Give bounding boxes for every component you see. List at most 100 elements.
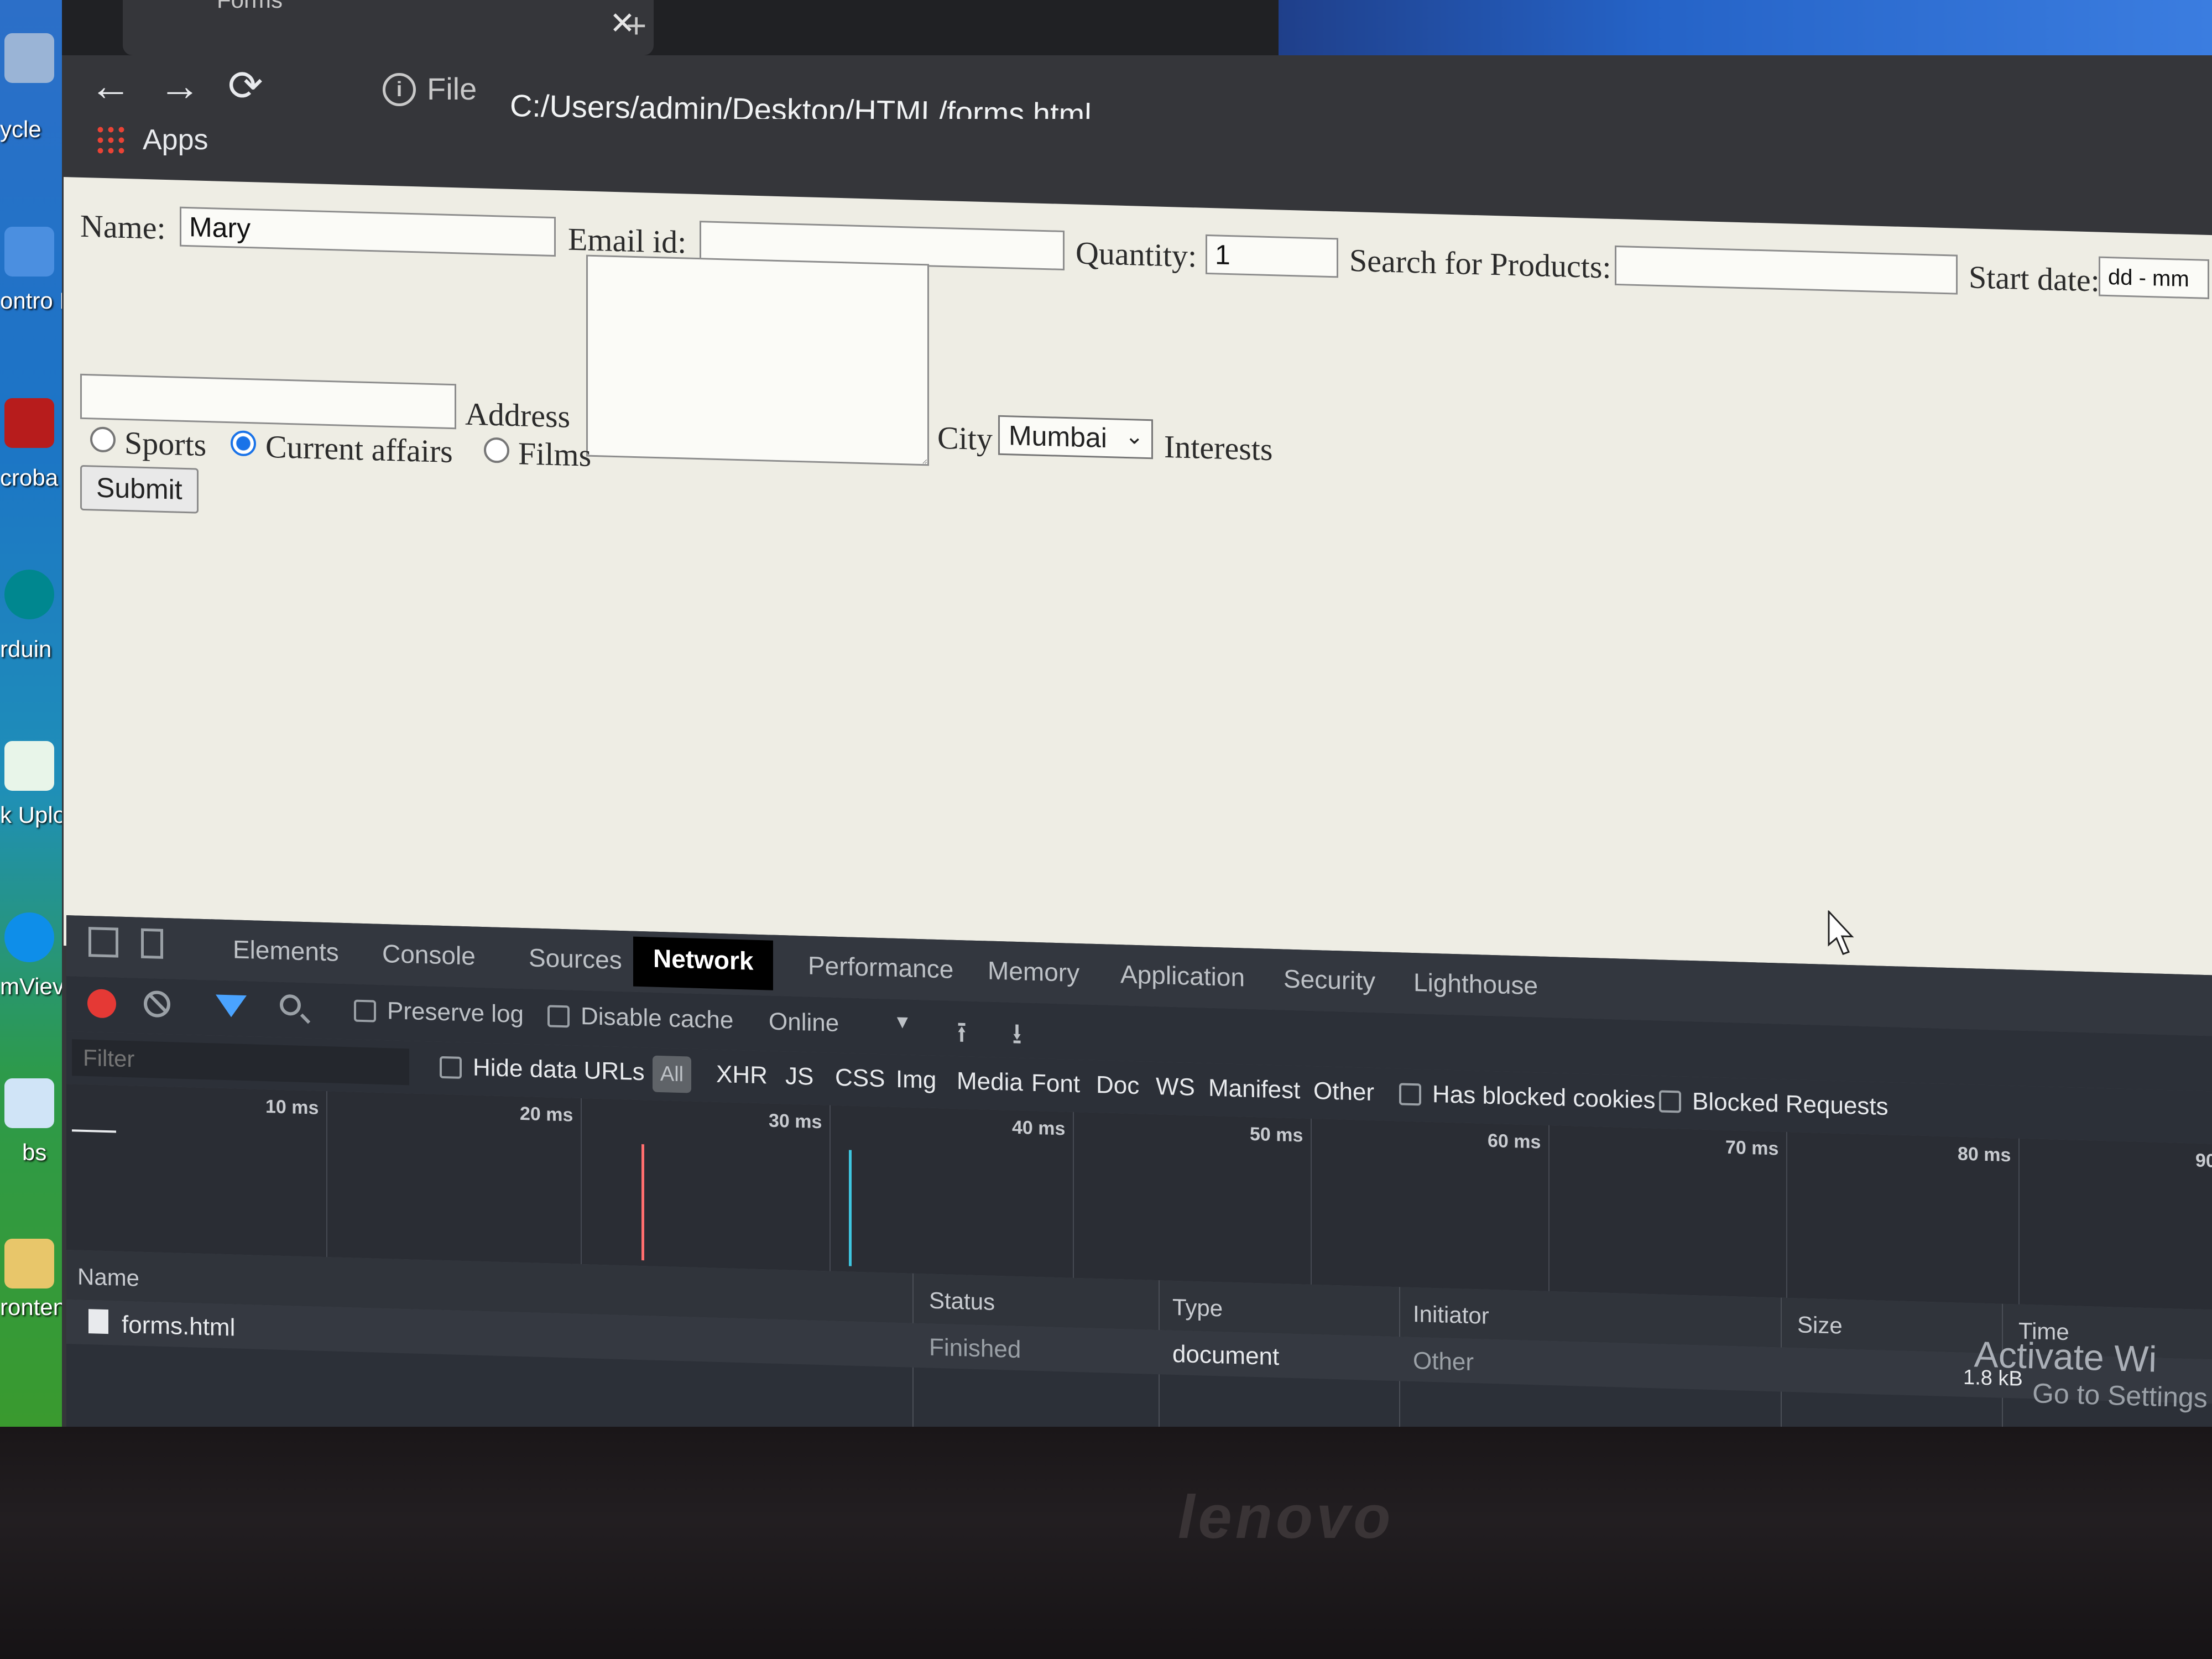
radio-films-label: Films xyxy=(518,435,592,473)
filter-css[interactable]: CSS xyxy=(835,1064,885,1093)
desktop-icon-label: ycle xyxy=(0,116,41,142)
throttling-select[interactable]: Online xyxy=(769,1008,839,1037)
quantity-input[interactable] xyxy=(1206,234,1338,278)
device-toolbar-icon[interactable] xyxy=(141,928,163,959)
filter-ws[interactable]: WS xyxy=(1156,1073,1195,1102)
radio-sports-label: Sports xyxy=(124,424,207,463)
apps-grid-icon[interactable] xyxy=(95,124,126,155)
search-products-input[interactable] xyxy=(1615,245,1958,295)
column-header-initiator[interactable]: Initiator xyxy=(1413,1301,1489,1329)
filter-all-button[interactable]: All xyxy=(653,1055,691,1093)
back-arrow-icon[interactable]: ← xyxy=(90,65,132,107)
address-bar[interactable]: i File C:/Users/admin/Desktop/HTML/forms… xyxy=(305,66,2130,132)
name-label: Name: xyxy=(80,207,166,246)
radio-films[interactable] xyxy=(484,437,509,463)
tab-performance[interactable]: Performance xyxy=(788,947,973,1002)
desktop-icon-label: bs xyxy=(22,1139,47,1165)
blocked-requests-checkbox[interactable] xyxy=(1659,1090,1681,1113)
column-header-name[interactable]: Name xyxy=(77,1264,139,1292)
import-har-icon[interactable]: ⭱ xyxy=(957,1011,967,1061)
has-blocked-cookies-label: Has blocked cookies xyxy=(1432,1080,1656,1114)
has-blocked-cookies-checkbox[interactable] xyxy=(1399,1083,1421,1106)
excel-file-icon xyxy=(4,741,54,791)
bookmarks-bar: Apps xyxy=(62,119,2212,180)
acrobat-reader-icon xyxy=(4,398,54,448)
filter-font[interactable]: Font xyxy=(1031,1070,1080,1098)
tab-console[interactable]: Console xyxy=(362,936,495,989)
tab-sources[interactable]: Sources xyxy=(509,940,642,993)
timeline-tick-label: 60 ms xyxy=(1488,1130,1541,1153)
hide-data-urls-checkbox[interactable] xyxy=(440,1056,462,1079)
unlabeled-text-input[interactable] xyxy=(80,373,456,430)
filter-xhr[interactable]: XHR xyxy=(716,1061,768,1090)
inspect-element-icon[interactable] xyxy=(88,927,118,958)
column-header-status[interactable]: Status xyxy=(929,1287,995,1316)
url-protocol: File xyxy=(427,71,477,106)
tab-application[interactable]: Application xyxy=(1100,956,1265,1010)
browser-tab[interactable]: Forms ✕ xyxy=(123,0,654,55)
tab-security[interactable]: Security xyxy=(1264,961,1395,1014)
preserve-log-label: Preserve log xyxy=(387,997,524,1029)
filter-js[interactable]: JS xyxy=(785,1062,813,1091)
tab-memory[interactable]: Memory xyxy=(968,953,1099,1006)
timeline-tick-label: 10 ms xyxy=(265,1096,319,1119)
filter-media[interactable]: Media xyxy=(957,1067,1023,1097)
dom-content-loaded-marker xyxy=(641,1144,644,1261)
address-label: Address xyxy=(465,395,571,435)
radio-current-affairs[interactable] xyxy=(231,430,256,457)
document-icon xyxy=(4,1078,54,1128)
search-products-label: Search for Products: xyxy=(1349,242,1611,285)
start-date-input[interactable]: dd - mm - 2 xyxy=(2099,256,2209,299)
search-icon[interactable] xyxy=(280,994,301,1016)
interests-label: Interests xyxy=(1164,428,1273,468)
request-type: document xyxy=(1172,1340,1280,1371)
timeline-tick-label: 20 ms xyxy=(520,1103,573,1126)
request-name[interactable]: forms.html xyxy=(122,1311,235,1342)
reload-icon[interactable]: ⟳ xyxy=(228,65,263,107)
timeline-tick-label: 50 ms xyxy=(1250,1123,1303,1146)
filter-input[interactable] xyxy=(72,1039,409,1086)
filter-doc[interactable]: Doc xyxy=(1096,1071,1139,1100)
timeline-gridline xyxy=(1073,1112,1074,1278)
mouse-cursor-icon xyxy=(1828,910,1854,955)
load-event-marker xyxy=(849,1150,852,1266)
timeline-gridline xyxy=(2018,1138,2020,1305)
clear-icon[interactable] xyxy=(144,990,170,1018)
radio-sports[interactable] xyxy=(90,426,116,453)
timeline-gridline xyxy=(1548,1125,1550,1291)
new-tab-button[interactable]: + xyxy=(626,8,646,43)
filter-funnel-icon[interactable] xyxy=(216,994,247,1018)
apps-bookmark[interactable]: Apps xyxy=(143,123,208,156)
timeline-tick-label: 40 ms xyxy=(1012,1117,1066,1140)
blocked-requests-label: Blocked Requests xyxy=(1692,1088,1888,1121)
timeline-tick-label: 90 xyxy=(2195,1150,2212,1172)
desktop-icon-label: rduin xyxy=(0,636,52,662)
city-select[interactable]: Mumbai ⌄ xyxy=(998,415,1153,460)
forward-arrow-icon[interactable]: → xyxy=(159,65,201,107)
column-header-type[interactable]: Type xyxy=(1172,1294,1223,1322)
arduino-icon xyxy=(4,570,54,619)
tab-network[interactable]: Network xyxy=(633,936,774,990)
tab-elements[interactable]: Elements xyxy=(213,931,359,985)
filter-manifest[interactable]: Manifest xyxy=(1208,1074,1300,1105)
preserve-log-checkbox[interactable] xyxy=(354,999,376,1022)
tab-title: Forms xyxy=(217,0,283,13)
name-input[interactable] xyxy=(180,206,556,257)
record-icon[interactable] xyxy=(87,989,116,1019)
document-file-icon xyxy=(88,1309,108,1334)
folder-icon xyxy=(4,1239,54,1288)
filter-other[interactable]: Other xyxy=(1313,1077,1374,1107)
submit-button[interactable]: Submit xyxy=(80,465,199,514)
filter-img[interactable]: Img xyxy=(896,1066,936,1094)
disable-cache-checkbox[interactable] xyxy=(547,1005,570,1028)
throttling-dropdown-icon[interactable]: ▼ xyxy=(893,1011,912,1034)
timeline-gridline xyxy=(1786,1131,1787,1298)
control-panel-icon xyxy=(4,227,54,276)
timeline-gridline xyxy=(1311,1118,1312,1285)
column-header-size[interactable]: Size xyxy=(1797,1311,1843,1339)
address-textarea[interactable] xyxy=(586,254,929,466)
info-icon[interactable]: i xyxy=(383,73,416,106)
tab-lighthouse[interactable]: Lighthouse xyxy=(1394,964,1558,1019)
timeline-tick-label: 70 ms xyxy=(1725,1136,1779,1160)
export-har-icon[interactable]: ⭳ xyxy=(1012,1013,1022,1062)
